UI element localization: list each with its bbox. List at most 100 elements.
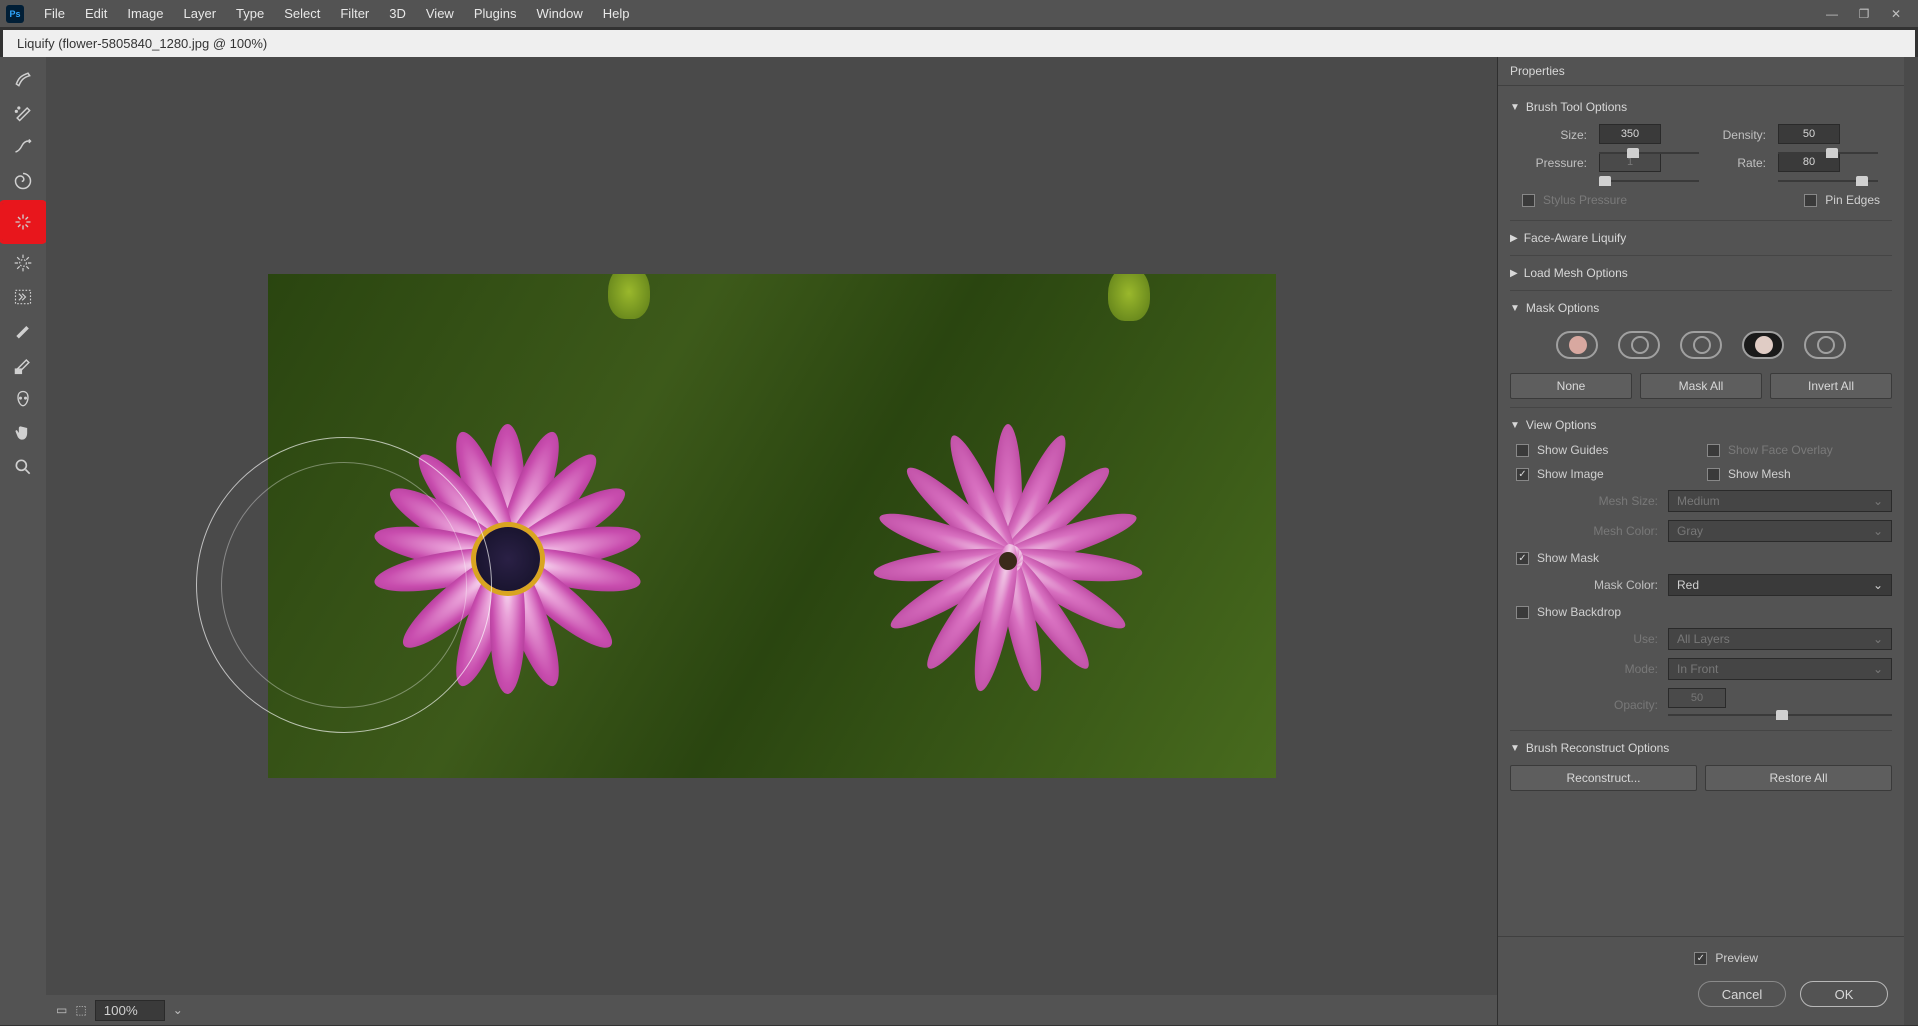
pin-edges-checkbox[interactable]: Pin Edges [1798, 188, 1886, 212]
menu-image[interactable]: Image [117, 6, 173, 21]
density-label: Density: [1711, 128, 1766, 142]
chevron-down-icon: ⌄ [1873, 524, 1883, 538]
thaw-mask-tool-icon[interactable] [9, 353, 37, 377]
collapse-icon: ▼ [1510, 743, 1520, 754]
expand-icon: ▶ [1510, 233, 1518, 244]
preview-checkbox[interactable] [1694, 952, 1707, 965]
minimize-button[interactable]: — [1816, 3, 1848, 25]
mode-row: Mode:In Front⌄ [1510, 654, 1892, 684]
mask-options-header[interactable]: ▼Mask Options [1510, 295, 1892, 321]
collapse-icon: ▼ [1510, 102, 1520, 113]
menu-file[interactable]: File [34, 6, 75, 21]
twirl-tool-icon[interactable] [9, 169, 37, 193]
ok-button[interactable]: OK [1800, 981, 1888, 1007]
size-label: Size: [1524, 128, 1587, 142]
image-preview [268, 274, 1276, 778]
pressure-label: Pressure: [1524, 156, 1587, 170]
use-row: Use:All Layers⌄ [1510, 624, 1892, 654]
brush-reconstruct-section: ▼Brush Reconstruct Options Reconstruct..… [1510, 731, 1892, 799]
panel-title: Properties [1498, 57, 1904, 86]
brush-tool-section: ▼Brush Tool Options Size: Density: Press… [1510, 90, 1892, 221]
workspace: ▭ ⬚ ⌄ Properties ▼Brush Tool Options Siz… [0, 57, 1918, 1025]
view-options-section: ▼View Options Show Guides Show Face Over… [1510, 408, 1892, 731]
show-guides-checkbox[interactable]: Show Guides [1510, 438, 1701, 462]
smooth-tool-icon[interactable] [9, 135, 37, 159]
mask-subtract-icon[interactable] [1680, 331, 1722, 359]
push-left-tool-icon[interactable] [9, 285, 37, 309]
window-controls: — ❐ ✕ [1816, 3, 1912, 25]
flower-right [858, 414, 1158, 714]
panel-scrollbar[interactable] [1904, 57, 1918, 1025]
opacity-slider [1668, 708, 1892, 722]
mesh-size-row: Mesh Size:Medium⌄ [1510, 486, 1892, 516]
menu-help[interactable]: Help [593, 6, 640, 21]
bloat-tool-icon[interactable] [9, 251, 37, 275]
opacity-row: Opacity: [1510, 684, 1892, 726]
density-input[interactable] [1778, 124, 1840, 144]
menu-edit[interactable]: Edit [75, 6, 117, 21]
reconstruct-button[interactable]: Reconstruct... [1510, 765, 1697, 791]
menu-filter[interactable]: Filter [330, 6, 379, 21]
properties-panel: Properties ▼Brush Tool Options Size: Den… [1497, 57, 1904, 1025]
chevron-down-icon: ⌄ [1873, 494, 1883, 508]
cancel-button[interactable]: Cancel [1698, 981, 1786, 1007]
menu-view[interactable]: View [416, 6, 464, 21]
chevron-down-icon: ⌄ [1873, 578, 1883, 592]
show-image-checkbox[interactable]: Show Image [1510, 462, 1701, 486]
canvas-area: ▭ ⬚ ⌄ [46, 57, 1497, 1025]
show-mask-checkbox[interactable]: Show Mask [1510, 546, 1892, 570]
zoom-bar: ▭ ⬚ ⌄ [46, 995, 1497, 1025]
mask-invert-icon[interactable] [1804, 331, 1846, 359]
brush-tool-header[interactable]: ▼Brush Tool Options [1510, 94, 1892, 120]
stylus-pressure-checkbox: Stylus Pressure [1516, 188, 1633, 212]
opacity-input [1668, 688, 1726, 708]
mode-dropdown: In Front⌄ [1668, 658, 1892, 680]
mask-options-section: ▼Mask Options None Mask All Invert All [1510, 291, 1892, 408]
maximize-button[interactable]: ❐ [1848, 3, 1880, 25]
load-mesh-header[interactable]: ▶Load Mesh Options [1510, 260, 1892, 286]
menu-select[interactable]: Select [274, 6, 330, 21]
face-aware-header[interactable]: ▶Face-Aware Liquify [1510, 225, 1892, 251]
fit-icon[interactable]: ▭ [56, 1003, 67, 1017]
mesh-size-dropdown: Medium⌄ [1668, 490, 1892, 512]
menu-layer[interactable]: Layer [174, 6, 227, 21]
freeze-mask-tool-icon[interactable] [9, 319, 37, 343]
mask-color-row: Mask Color:Red⌄ [1510, 570, 1892, 600]
forward-warp-tool-icon[interactable] [9, 67, 37, 91]
size-input[interactable] [1599, 124, 1661, 144]
invert-all-button[interactable]: Invert All [1770, 373, 1892, 399]
menu-window[interactable]: Window [526, 6, 592, 21]
canvas[interactable] [46, 57, 1497, 995]
mesh-color-row: Mesh Color:Gray⌄ [1510, 516, 1892, 546]
mesh-color-dropdown: Gray⌄ [1668, 520, 1892, 542]
mask-add-icon[interactable] [1618, 331, 1660, 359]
zoom-input[interactable] [95, 1000, 165, 1021]
show-mesh-checkbox[interactable]: Show Mesh [1701, 462, 1892, 486]
load-mesh-section: ▶Load Mesh Options [1510, 256, 1892, 291]
menu-type[interactable]: Type [226, 6, 274, 21]
show-backdrop-checkbox[interactable]: Show Backdrop [1510, 600, 1892, 624]
pucker-tool-icon[interactable] [2, 203, 44, 241]
view-options-header[interactable]: ▼View Options [1510, 412, 1892, 438]
face-tool-icon[interactable] [9, 387, 37, 411]
zoom-tool-icon[interactable] [9, 455, 37, 479]
brush-reconstruct-header[interactable]: ▼Brush Reconstruct Options [1510, 735, 1892, 761]
use-dropdown: All Layers⌄ [1668, 628, 1892, 650]
reconstruct-tool-icon[interactable] [9, 101, 37, 125]
chevron-down-icon: ⌄ [1873, 662, 1883, 676]
zoom-dropdown-icon[interactable]: ⌄ [173, 1003, 183, 1017]
mask-all-button[interactable]: Mask All [1640, 373, 1762, 399]
mask-intersect-icon[interactable] [1742, 331, 1784, 359]
fill-icon[interactable]: ⬚ [75, 1003, 86, 1017]
mask-color-dropdown[interactable]: Red⌄ [1668, 574, 1892, 596]
hand-tool-icon[interactable] [9, 421, 37, 445]
flower-left [358, 414, 658, 714]
liquify-toolbar [0, 57, 46, 1025]
menu-3d[interactable]: 3D [379, 6, 416, 21]
mask-replace-icon[interactable] [1556, 331, 1598, 359]
mask-none-button[interactable]: None [1510, 373, 1632, 399]
restore-all-button[interactable]: Restore All [1705, 765, 1892, 791]
collapse-icon: ▼ [1510, 303, 1520, 314]
menu-plugins[interactable]: Plugins [464, 6, 527, 21]
close-button[interactable]: ✕ [1880, 3, 1912, 25]
